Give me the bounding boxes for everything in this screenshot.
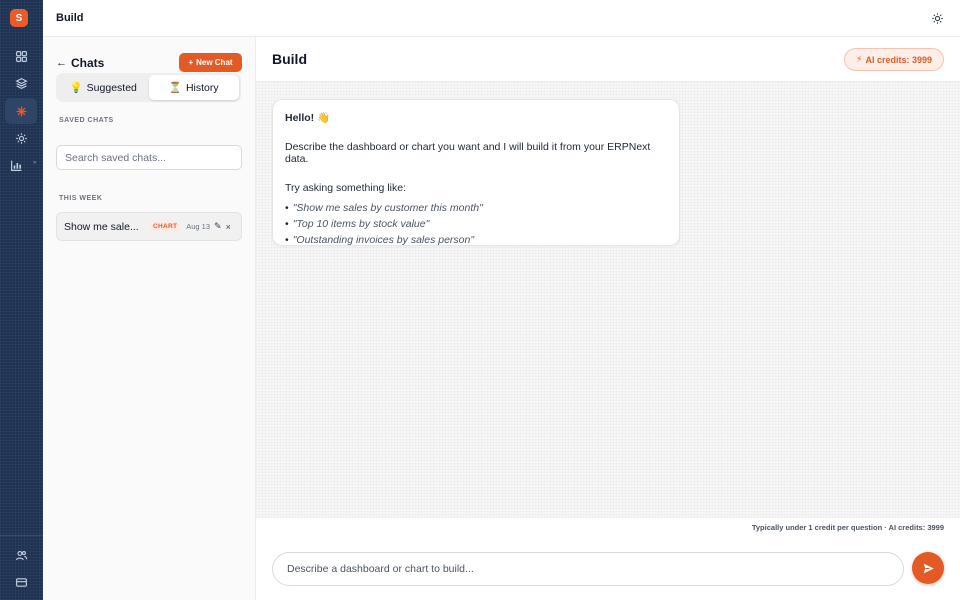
- rail-divider: [0, 535, 43, 536]
- tab-history[interactable]: ⏳ History: [148, 75, 239, 100]
- ai-credits-badge: ⚡ AI credits: 3999: [844, 48, 944, 71]
- sparkle-icon[interactable]: [5, 98, 37, 124]
- main-header: Build ⚡ AI credits: 3999: [256, 37, 960, 82]
- example-prompt: "Outstanding invoices by sales person": [285, 232, 667, 248]
- edit-icon[interactable]: ✎: [214, 221, 222, 232]
- chat-input[interactable]: [272, 552, 904, 586]
- arrow-left-icon: ←: [56, 57, 67, 69]
- theme-toggle-sun-icon[interactable]: [931, 12, 944, 25]
- chat-date: Aug 13: [186, 222, 211, 231]
- example-prompt: "Top 10 items by stock value": [285, 216, 667, 232]
- users-icon[interactable]: [5, 542, 37, 568]
- tab-suggested-label: Suggested: [86, 81, 137, 94]
- intro-text: Describe the dashboard or chart you want…: [285, 141, 651, 165]
- saved-chats-label: SAVED CHATS: [59, 117, 114, 124]
- delete-icon[interactable]: ×: [226, 222, 231, 232]
- lightning-icon: ⚡: [856, 54, 863, 64]
- saved-chat-title: Show me sale...: [64, 220, 139, 233]
- card-icon[interactable]: [5, 569, 37, 595]
- try-asking-label: Try asking something like:: [285, 182, 406, 194]
- saved-chat-item[interactable]: Show me sale... CHART Aug 13 ✎ ×: [56, 212, 242, 241]
- ai-credits-label: AI credits: 3999: [865, 54, 932, 65]
- search-saved-chats-input[interactable]: [56, 145, 242, 170]
- send-button[interactable]: [912, 552, 944, 584]
- back-to-chats[interactable]: ← Chats: [56, 56, 104, 70]
- app-logo[interactable]: S: [10, 9, 28, 27]
- credit-footnote: Typically under 1 credit per question · …: [751, 523, 944, 532]
- chart-icon[interactable]: [0, 152, 32, 178]
- layers-icon[interactable]: [5, 70, 37, 96]
- sun-icon[interactable]: [5, 125, 37, 151]
- chevron-right-icon[interactable]: »: [33, 160, 36, 166]
- greeting-text: Hello! 👋: [285, 112, 331, 124]
- tab-history-label: History: [185, 81, 219, 94]
- this-week-label: THIS WEEK: [59, 195, 103, 202]
- top-bar: Build: [43, 0, 960, 37]
- app-rail: S »: [0, 0, 43, 600]
- chats-heading: Chats: [71, 56, 105, 70]
- new-chat-label: New Chat: [196, 58, 233, 67]
- plus-icon: +: [188, 58, 194, 67]
- chat-area[interactable]: Hello! 👋 Describe the dashboard or chart…: [256, 82, 960, 518]
- hourglass-icon: ⏳: [168, 82, 182, 94]
- page-title: Build: [56, 12, 84, 24]
- example-prompt: "Show me sales by customer this month": [285, 200, 667, 216]
- main-area: Build ⚡ AI credits: 3999 Hello! 👋 Descri…: [256, 37, 960, 600]
- example-list: "Show me sales by customer this month" "…: [285, 200, 667, 248]
- chat-type-badge: CHART: [150, 221, 181, 232]
- new-chat-button[interactable]: + New Chat: [179, 53, 242, 72]
- assistant-message: Hello! 👋 Describe the dashboard or chart…: [272, 99, 680, 246]
- lightbulb-icon: 💡: [69, 82, 83, 94]
- chats-panel: ← Chats + New Chat 💡 Suggested ⏳ History…: [43, 37, 256, 600]
- send-icon: [923, 563, 934, 573]
- tab-suggested[interactable]: 💡 Suggested: [58, 75, 149, 100]
- chat-tabs: 💡 Suggested ⏳ History: [56, 73, 241, 102]
- main-title: Build: [272, 51, 307, 67]
- grid-icon[interactable]: [5, 43, 37, 69]
